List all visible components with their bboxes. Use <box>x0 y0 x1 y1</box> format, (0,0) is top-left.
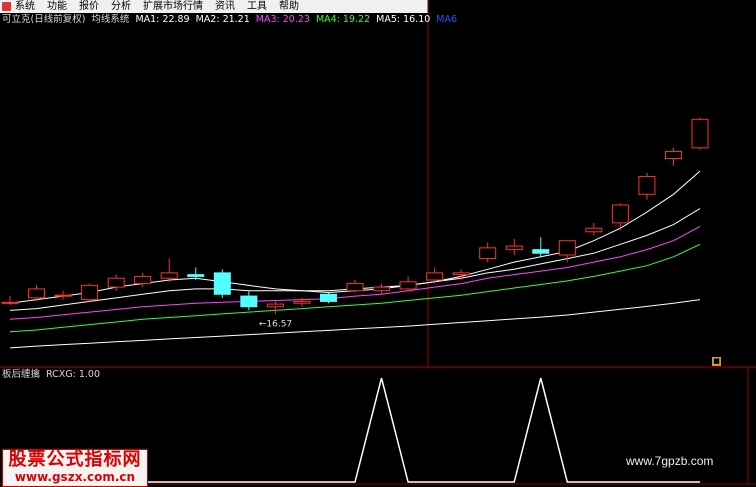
watermark-logo: 股票公式指标网 www.gszx.com.cn <box>2 449 148 487</box>
main-chart-title: 可立克(日线前复权) 均线系统 MA1: 22.89 MA2: 21.21 MA… <box>2 14 457 26</box>
candle-body <box>585 227 603 233</box>
candle-body <box>691 118 709 149</box>
watermark-right-url: www.7gpzb.com <box>626 454 714 468</box>
candle-body <box>81 284 99 301</box>
candle-body <box>187 274 205 277</box>
candle-body <box>346 283 364 292</box>
candle-body <box>54 294 72 297</box>
indicator-name: 均线系统 <box>91 14 130 25</box>
ma4-value: MA4: 19.22 <box>315 14 371 25</box>
watermark-cn: 股票公式指标网 <box>8 449 142 470</box>
candle-body <box>505 245 523 251</box>
price-chart-area[interactable]: ←16.57 <box>0 0 756 487</box>
candle-body <box>1 301 19 304</box>
ma-line-2 <box>9 208 701 311</box>
candle-body <box>611 204 629 224</box>
candle-body <box>558 240 576 256</box>
ma2-value: MA2: 21.21 <box>195 14 250 25</box>
candle-body <box>664 150 682 160</box>
candle-body <box>638 175 656 195</box>
lower-indicator-title: 板后缠擒 RCXG: 1.00 <box>2 369 100 381</box>
candle-body <box>426 272 444 281</box>
ma1-value: MA1: 22.89 <box>135 14 190 25</box>
candle-body <box>134 275 152 285</box>
candle-body <box>319 293 337 302</box>
candle-body <box>28 288 46 299</box>
candle-body <box>240 295 258 308</box>
ma-line-5 <box>9 299 701 349</box>
candle-body <box>532 249 550 254</box>
lower-indicator-value: RCXG: 1.00 <box>46 369 101 380</box>
candle-body <box>373 286 391 292</box>
candle-body <box>160 272 178 279</box>
candle-body <box>479 247 497 260</box>
candle-body <box>293 300 311 304</box>
watermark-url: www.gszx.com.cn <box>14 470 136 484</box>
low-price-label: ←16.57 <box>259 319 292 329</box>
lower-indicator-name: 板后缠擒 <box>2 369 41 380</box>
candle-body <box>266 303 284 308</box>
candle-body <box>452 272 470 276</box>
ma6-value: MA6 <box>436 14 458 25</box>
ma3-value: MA3: 20.23 <box>255 14 310 25</box>
stock-title: 可立克(日线前复权) <box>2 14 86 25</box>
candle-body <box>399 281 417 290</box>
ma5-value: MA5: 16.10 <box>376 14 431 25</box>
candle-body <box>107 277 125 288</box>
flag-icon[interactable]: ■ <box>712 357 721 366</box>
candle-body <box>213 272 231 295</box>
